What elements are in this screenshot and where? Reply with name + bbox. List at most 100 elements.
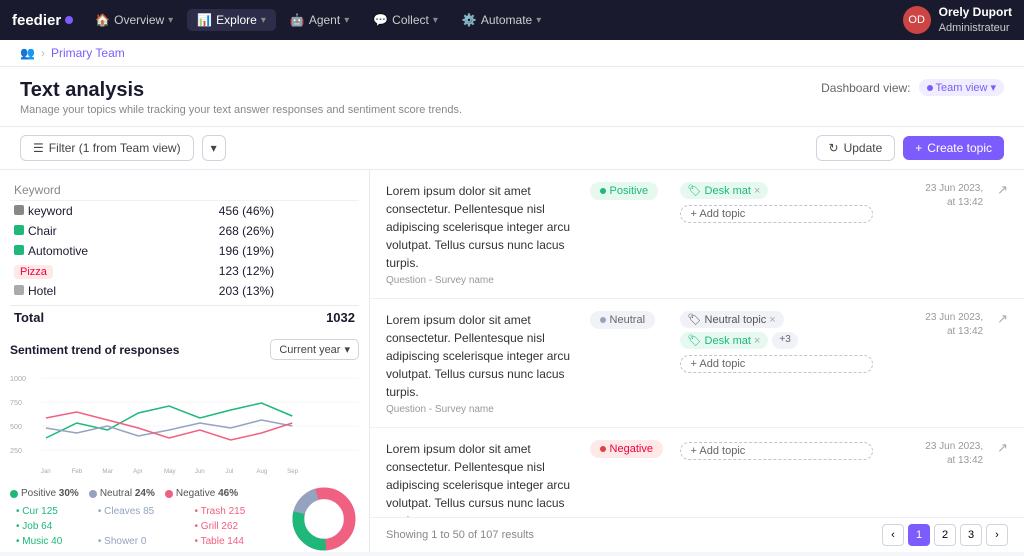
chevron-icon: ▾ bbox=[536, 15, 541, 26]
legend-group: Positive 30% Neutral 24% Negative 46% bbox=[10, 488, 279, 499]
page-button-3[interactable]: 3 bbox=[960, 524, 982, 546]
chevron-down-icon: ▾ bbox=[990, 81, 996, 94]
neutral-dot bbox=[89, 490, 97, 498]
nav-automate[interactable]: ⚙️ Automate ▾ bbox=[452, 9, 551, 31]
col-empty bbox=[197, 180, 215, 201]
plus-icon: + bbox=[915, 141, 922, 155]
svg-text:Feb: Feb bbox=[72, 469, 83, 475]
legend-neutral: Neutral 24% bbox=[89, 488, 155, 499]
left-panel: Keyword keyword 456 (46%) Chair 268 (26%… bbox=[0, 170, 370, 552]
year-selector[interactable]: Current year ▾ bbox=[270, 339, 359, 360]
donut-chart bbox=[289, 484, 359, 552]
page-title: Text analysis bbox=[20, 79, 462, 102]
external-link-icon[interactable]: ↗ bbox=[997, 440, 1008, 456]
keyword-color bbox=[14, 205, 24, 215]
page-button-1[interactable]: 1 bbox=[908, 524, 930, 546]
sentiment-header: Sentiment trend of responses Current yea… bbox=[10, 339, 359, 360]
update-button[interactable]: ↻ Update bbox=[816, 135, 896, 161]
sentiment-chart: 1000 750 500 250 Jan Feb Mar Apr May Jun… bbox=[10, 368, 359, 478]
prev-page-button[interactable]: ‹ bbox=[882, 524, 904, 546]
table-row: Hotel 203 (13%) bbox=[10, 281, 359, 301]
svg-text:500: 500 bbox=[10, 423, 22, 431]
page-buttons: ‹ 1 2 3 › bbox=[882, 524, 1008, 546]
sentiment-badge: Negative bbox=[590, 440, 663, 458]
table-row: Chair 268 (26%) bbox=[10, 221, 359, 241]
chevron-icon: ▾ bbox=[261, 15, 266, 26]
automate-icon: ⚙️ bbox=[462, 13, 477, 27]
remove-icon[interactable]: × bbox=[754, 335, 760, 347]
user-section: OD Orely Duport Administrateur bbox=[903, 5, 1012, 35]
external-link-icon[interactable]: ↗ bbox=[997, 182, 1008, 198]
table-row: keyword 456 (46%) bbox=[10, 201, 359, 222]
main-content: Keyword keyword 456 (46%) Chair 268 (26%… bbox=[0, 170, 1024, 552]
pagination: Showing 1 to 50 of 107 results ‹ 1 2 3 › bbox=[370, 517, 1024, 552]
sentiment-badge: Neutral bbox=[590, 311, 655, 329]
logo-text: feedier bbox=[12, 12, 61, 29]
responses-list: Lorem ipsum dolor sit amet consectetur. … bbox=[370, 170, 1024, 517]
header-right: Dashboard view: Team view ▾ bbox=[821, 79, 1004, 96]
tag-icon: 🏷 bbox=[688, 334, 702, 347]
breadcrumb-separator: › bbox=[41, 46, 45, 60]
topic-tag[interactable]: 🏷 Neutral topic × bbox=[680, 311, 784, 328]
people-icon: 👥 bbox=[20, 46, 35, 60]
svg-text:1000: 1000 bbox=[10, 375, 26, 383]
response-date: 23 Jun 2023,at 13:42 bbox=[883, 440, 983, 468]
filter-chevron-button[interactable]: ▾ bbox=[202, 135, 226, 161]
add-topic-button[interactable]: + Add topic bbox=[680, 355, 874, 373]
avatar: OD bbox=[903, 6, 931, 34]
col-count bbox=[215, 180, 359, 201]
agent-icon: 🤖 bbox=[290, 13, 305, 27]
nav-collect[interactable]: 💬 Collect ▾ bbox=[363, 9, 448, 31]
svg-text:750: 750 bbox=[10, 399, 22, 407]
explore-icon: 📊 bbox=[197, 13, 212, 27]
topic-more[interactable]: +3 bbox=[772, 332, 797, 349]
circle-icon bbox=[600, 188, 606, 194]
nav-overview[interactable]: 🏠 Overview ▾ bbox=[85, 9, 183, 31]
page-button-2[interactable]: 2 bbox=[934, 524, 956, 546]
nav-agent[interactable]: 🤖 Agent ▾ bbox=[280, 9, 359, 31]
logo-dot bbox=[65, 16, 73, 24]
svg-text:Aug: Aug bbox=[256, 469, 267, 475]
svg-text:Jan: Jan bbox=[41, 469, 51, 475]
keyword-tag: Pizza bbox=[14, 265, 53, 279]
breadcrumb: 👥 › Primary Team bbox=[0, 40, 1024, 67]
next-page-button[interactable]: › bbox=[986, 524, 1008, 546]
response-topics: 🏷 Neutral topic × 🏷 Desk mat × +3 + Add … bbox=[680, 311, 874, 373]
remove-icon[interactable]: × bbox=[754, 185, 760, 197]
page-subtitle: Manage your topics while tracking your t… bbox=[20, 104, 462, 116]
chevron-icon: ▾ bbox=[433, 15, 438, 26]
legend-negative: Negative 46% bbox=[165, 488, 238, 499]
svg-text:Jul: Jul bbox=[226, 469, 234, 475]
top-nav: feedier 🏠 Overview ▾ 📊 Explore ▾ 🤖 Agent… bbox=[0, 0, 1024, 40]
topic-tag[interactable]: 🏷 Desk mat × bbox=[680, 182, 769, 199]
svg-text:Jun: Jun bbox=[195, 469, 205, 475]
dashboard-view-label: Dashboard view: bbox=[821, 81, 910, 95]
chevron-icon: ▾ bbox=[344, 15, 349, 26]
nav-explore[interactable]: 📊 Explore ▾ bbox=[187, 9, 276, 31]
chevron-down-icon: ▾ bbox=[344, 343, 350, 356]
topic-tags: 🏷 Neutral topic × 🏷 Desk mat × +3 bbox=[680, 311, 874, 349]
add-topic-button[interactable]: + Add topic bbox=[680, 205, 874, 223]
pagination-info: Showing 1 to 50 of 107 results bbox=[386, 529, 534, 541]
page-header: Text analysis Manage your topics while t… bbox=[0, 67, 1024, 127]
breadcrumb-team[interactable]: Primary Team bbox=[51, 46, 125, 60]
topic-tag[interactable]: 🏷 Desk mat × bbox=[680, 332, 769, 349]
response-row: Lorem ipsum dolor sit amet consectetur. … bbox=[370, 299, 1024, 428]
remove-icon[interactable]: × bbox=[769, 314, 775, 326]
negative-dot bbox=[165, 490, 173, 498]
team-view-badge[interactable]: Team view ▾ bbox=[919, 79, 1005, 96]
keyword-color bbox=[14, 225, 24, 235]
keyword-color bbox=[14, 245, 24, 255]
keyword-color bbox=[14, 285, 24, 295]
external-link-icon[interactable]: ↗ bbox=[997, 311, 1008, 327]
create-topic-button[interactable]: + Create topic bbox=[903, 136, 1004, 160]
legend-positive: Positive 30% bbox=[10, 488, 79, 499]
sentiment-title: Sentiment trend of responses bbox=[10, 343, 179, 357]
add-topic-button[interactable]: + Add topic bbox=[680, 442, 874, 460]
col-keyword: Keyword bbox=[10, 180, 197, 201]
filter-button[interactable]: ☰ Filter (1 from Team view) bbox=[20, 135, 194, 161]
svg-text:Sep: Sep bbox=[287, 469, 299, 475]
legend-section: Positive 30% Neutral 24% Negative 46% bbox=[10, 488, 279, 550]
chart-svg: 1000 750 500 250 Jan Feb Mar Apr May Jun… bbox=[10, 368, 359, 478]
response-sentiment: Neutral bbox=[590, 311, 670, 329]
